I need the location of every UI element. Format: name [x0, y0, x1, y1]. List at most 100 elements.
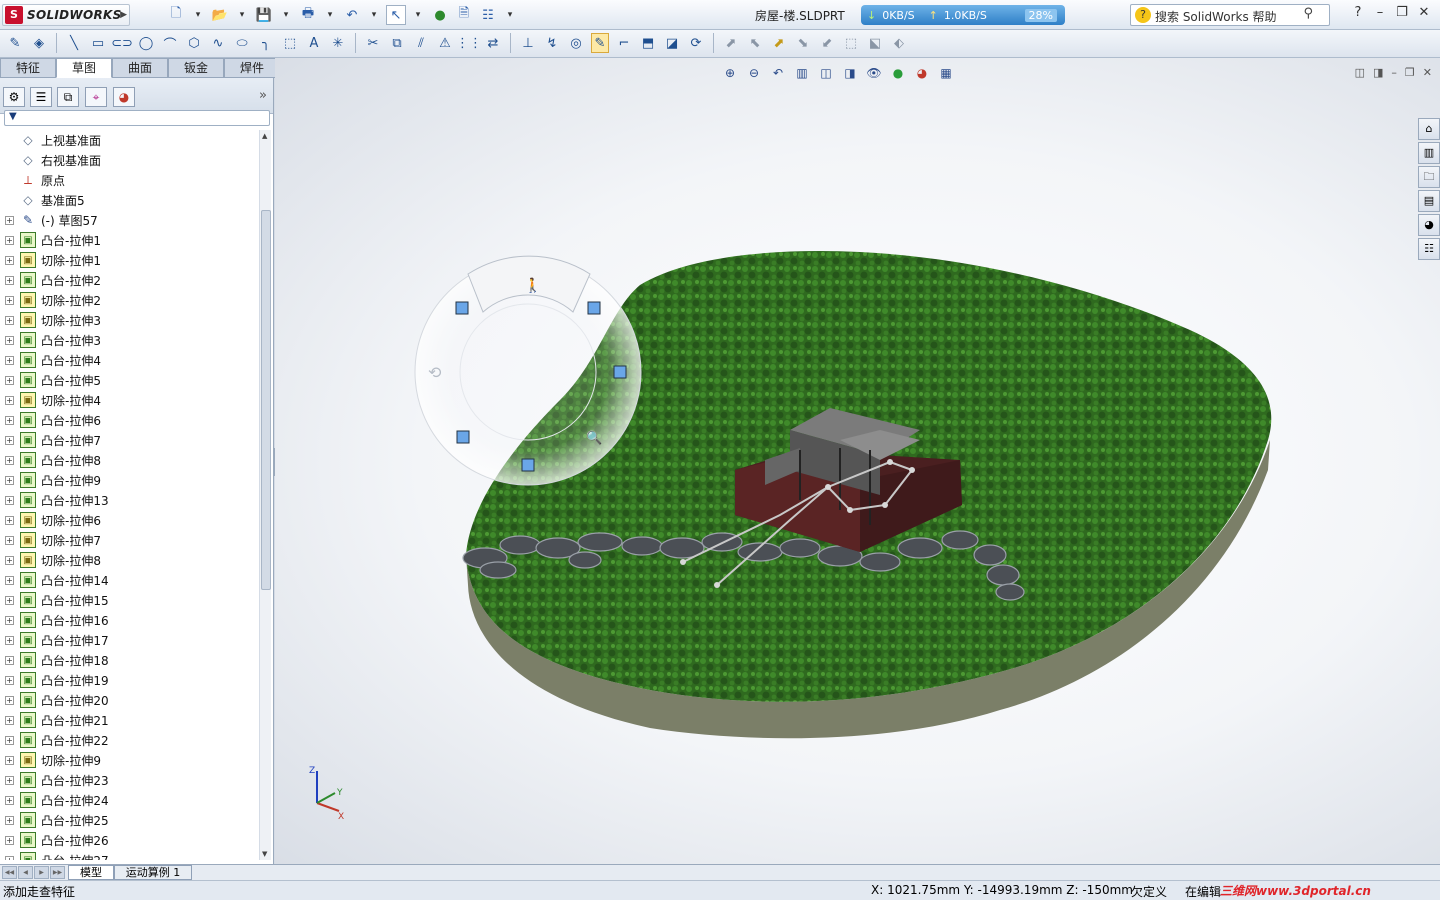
- view-cube-icon[interactable]: [521, 458, 535, 472]
- display-manager-tab-icon[interactable]: ◕: [113, 87, 135, 107]
- view-cube-icon[interactable]: [613, 365, 627, 379]
- help-icon[interactable]: ?: [1350, 5, 1366, 20]
- help-search-input[interactable]: ? 搜索 SolidWorks 帮助 ⚲: [1130, 4, 1330, 26]
- rectangle-icon[interactable]: ▭: [89, 33, 107, 53]
- configuration-manager-tab-icon[interactable]: ⧉: [57, 87, 79, 107]
- split-vertical-icon[interactable]: ◨: [1373, 66, 1383, 79]
- tree-item[interactable]: + ✎ (-) 草图57: [0, 210, 258, 230]
- tree-item[interactable]: + ▣ 凸台-拉伸24: [0, 790, 258, 810]
- tree-item[interactable]: + ▣ 凸台-拉伸9: [0, 470, 258, 490]
- repair-sketch-icon[interactable]: ↯: [543, 33, 561, 53]
- tree-item[interactable]: + ▣ 切除-拉伸4: [0, 390, 258, 410]
- tree-item[interactable]: + ▣ 凸台-拉伸20: [0, 690, 258, 710]
- custom-properties-icon[interactable]: ☷: [1418, 238, 1440, 260]
- scroll-up-icon[interactable]: ▲: [262, 132, 267, 140]
- expand-toggle-icon[interactable]: +: [5, 595, 14, 605]
- close-icon[interactable]: ✕: [1423, 66, 1432, 79]
- options-icon[interactable]: ☷: [478, 5, 498, 25]
- line-icon[interactable]: ╲: [65, 33, 83, 53]
- expand-toggle-icon[interactable]: +: [5, 475, 14, 485]
- tree-item[interactable]: + ▣ 切除-拉伸6: [0, 510, 258, 530]
- tree-filter-input[interactable]: ▼: [4, 110, 270, 126]
- tree-item[interactable]: ◇ 上视基准面: [0, 130, 258, 150]
- tree-item[interactable]: + ▣ 凸台-拉伸2: [0, 270, 258, 290]
- file-explorer-icon[interactable]: 🗀: [1418, 166, 1440, 188]
- tab-sketch[interactable]: 草图: [56, 58, 112, 78]
- expand-toggle-icon[interactable]: +: [5, 755, 14, 765]
- expand-toggle-icon[interactable]: +: [5, 735, 14, 745]
- convert-entities-icon[interactable]: ⧉: [388, 33, 406, 53]
- tree-item[interactable]: + ▣ 凸台-拉伸6: [0, 410, 258, 430]
- expand-toggle-icon[interactable]: +: [5, 275, 14, 285]
- expand-toggle-icon[interactable]: +: [5, 835, 14, 845]
- rebuild-traffic-light-icon[interactable]: ●: [430, 5, 450, 25]
- tab-surfaces[interactable]: 曲面: [112, 58, 168, 78]
- expand-toggle-icon[interactable]: +: [5, 635, 14, 645]
- view-cube-icon[interactable]: [456, 430, 470, 444]
- tree-item[interactable]: + ▣ 切除-拉伸3: [0, 310, 258, 330]
- feature-manager-tab-icon[interactable]: ⚙: [3, 87, 25, 107]
- tree-item[interactable]: + ▣ 凸台-拉伸23: [0, 770, 258, 790]
- extrude-disabled-icon[interactable]: ⬈: [722, 33, 740, 53]
- solidworks-resources-icon[interactable]: ⌂: [1418, 118, 1440, 140]
- view-orientation-icon[interactable]: ◫: [816, 64, 836, 82]
- next-tab-icon[interactable]: ▶: [34, 866, 49, 879]
- tab-features[interactable]: 特征: [0, 58, 56, 78]
- expand-toggle-icon[interactable]: +: [5, 335, 14, 345]
- expand-toggle-icon[interactable]: +: [5, 235, 14, 245]
- rotate-icon[interactable]: ⟳: [687, 33, 705, 53]
- sketch-icon[interactable]: ✎: [6, 33, 24, 53]
- expand-toggle-icon[interactable]: +: [5, 815, 14, 825]
- restore-icon[interactable]: ❐: [1405, 66, 1415, 79]
- expand-toggle-icon[interactable]: +: [5, 435, 14, 445]
- tab-motion-study[interactable]: 运动算例 1: [114, 865, 192, 880]
- view-cube-icon[interactable]: [455, 301, 469, 315]
- expand-toggle-icon[interactable]: +: [5, 715, 14, 725]
- view-palette-icon[interactable]: ▤: [1418, 190, 1440, 212]
- solidworks-menu-button[interactable]: S SOLIDWORKS ▶: [2, 4, 130, 26]
- expand-toggle-icon[interactable]: +: [5, 515, 14, 525]
- tree-item[interactable]: + ▣ 凸台-拉伸25: [0, 810, 258, 830]
- slot-icon[interactable]: ⊂⊃: [111, 33, 133, 53]
- save-icon[interactable]: 💾: [254, 5, 274, 25]
- hide-show-items-icon[interactable]: 👁: [864, 64, 884, 82]
- undo-icon[interactable]: ↶: [342, 5, 362, 25]
- expand-toggle-icon[interactable]: +: [5, 675, 14, 685]
- tree-item[interactable]: ◇ 基准面5: [0, 190, 258, 210]
- revolve-disabled-icon[interactable]: ⬉: [746, 33, 764, 53]
- dimxpert-manager-tab-icon[interactable]: ⌖: [85, 87, 107, 107]
- appearances-icon[interactable]: ◕: [1418, 214, 1440, 236]
- design-library-icon[interactable]: ▥: [1418, 142, 1440, 164]
- display-style-icon[interactable]: ◨: [840, 64, 860, 82]
- tree-item[interactable]: + ▣ 凸台-拉伸5: [0, 370, 258, 390]
- expand-toggle-icon[interactable]: +: [5, 535, 14, 545]
- relations-icon[interactable]: ⊥: [519, 33, 537, 53]
- tree-item[interactable]: + ▣ 凸台-拉伸4: [0, 350, 258, 370]
- last-tab-icon[interactable]: ▶▶: [50, 866, 65, 879]
- first-tab-icon[interactable]: ◀◀: [2, 866, 17, 879]
- tree-item[interactable]: + ▣ 切除-拉伸8: [0, 550, 258, 570]
- expand-toggle-icon[interactable]: +: [5, 455, 14, 465]
- mirror-icon[interactable]: ⚠: [436, 33, 454, 53]
- open-folder-icon[interactable]: 📂: [210, 5, 230, 25]
- turn-around-icon[interactable]: ⟲: [428, 363, 442, 382]
- tab-weldments[interactable]: 焊件: [224, 58, 280, 78]
- more-tabs-icon[interactable]: »: [259, 88, 267, 103]
- dropdown-arrow-icon[interactable]: ▾: [502, 5, 518, 25]
- instant2d-icon[interactable]: ⌐: [615, 33, 633, 53]
- boundary-disabled-icon[interactable]: ⬋: [818, 33, 836, 53]
- ellipse-icon[interactable]: ⬭: [233, 33, 251, 53]
- tree-item[interactable]: + ▣ 凸台-拉伸3: [0, 330, 258, 350]
- dropdown-arrow-icon[interactable]: ▾: [190, 5, 206, 25]
- expand-toggle-icon[interactable]: +: [5, 495, 14, 505]
- expand-toggle-icon[interactable]: +: [5, 295, 14, 305]
- tree-item[interactable]: + ▣ 凸台-拉伸1: [0, 230, 258, 250]
- shaded-sketch-icon[interactable]: ◪: [663, 33, 681, 53]
- property-manager-tab-icon[interactable]: ☰: [30, 87, 52, 107]
- expand-toggle-icon[interactable]: +: [5, 315, 14, 325]
- tree-item[interactable]: + ▣ 凸台-拉伸27: [0, 850, 258, 860]
- search-icon[interactable]: ⚲: [1303, 6, 1313, 21]
- tree-scrollbar[interactable]: ▲ ▼: [259, 130, 271, 860]
- expand-toggle-icon[interactable]: +: [5, 255, 14, 265]
- tree-item[interactable]: + ▣ 切除-拉伸1: [0, 250, 258, 270]
